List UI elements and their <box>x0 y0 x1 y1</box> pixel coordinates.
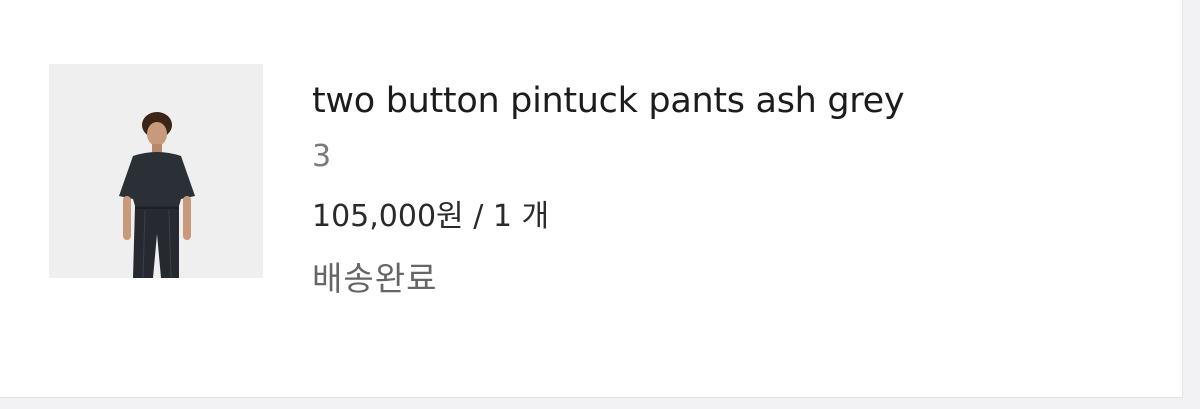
product-price: 105,000원 <box>312 199 464 234</box>
price-separator: / <box>463 199 493 234</box>
product-thumbnail[interactable] <box>49 64 263 278</box>
product-photo <box>49 64 263 278</box>
order-item-card[interactable]: two button pintuck pants ash grey 3 105,… <box>0 0 1183 398</box>
product-option: 3 <box>312 139 332 174</box>
product-name[interactable]: two button pintuck pants ash grey <box>312 74 905 128</box>
delivery-status: 배송완료 <box>312 259 438 298</box>
product-quantity: 1 개 <box>492 199 550 234</box>
price-quantity-line: 105,000원 / 1 개 <box>312 186 904 248</box>
product-info: two button pintuck pants ash grey 3 105,… <box>312 74 905 310</box>
